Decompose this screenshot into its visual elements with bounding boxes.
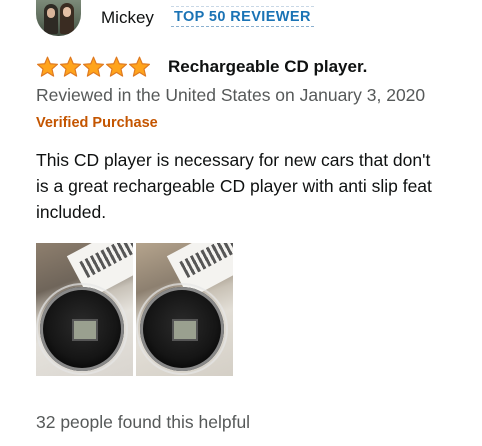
review-body: This CD player is necessary for new cars… — [36, 147, 482, 225]
reviewer-name[interactable]: Mickey — [101, 8, 154, 28]
review-date: Reviewed in the United States on January… — [36, 85, 426, 105]
avatar-face-left — [47, 8, 55, 18]
avatar[interactable] — [36, 0, 81, 36]
review-body-line: included. — [36, 202, 107, 222]
top-reviewer-badge[interactable]: TOP 50 REVIEWER — [171, 6, 314, 27]
cd-player-display — [72, 319, 98, 341]
customer-review: Mickey TOP 50 REVIEWER Rechargeable CD p… — [0, 0, 482, 446]
avatar-face-right — [63, 7, 71, 17]
star-icon — [82, 56, 105, 77]
star-icon — [59, 56, 82, 77]
star-icon — [105, 56, 128, 77]
helpful-count: 32 people found this helpful — [36, 412, 251, 432]
star-icon — [128, 56, 151, 77]
review-image-thumbnail[interactable] — [36, 243, 133, 376]
review-body-line: is a great rechargeable CD player with a… — [36, 176, 432, 196]
review-image-thumbnail[interactable] — [136, 243, 233, 376]
review-body-line: This CD player is necessary for new cars… — [36, 150, 431, 170]
review-title[interactable]: Rechargeable CD player. — [168, 57, 367, 77]
star-rating[interactable] — [36, 56, 151, 78]
cd-player-display — [172, 319, 198, 341]
verified-purchase-badge[interactable]: Verified Purchase — [36, 115, 158, 131]
star-icon — [36, 56, 59, 77]
